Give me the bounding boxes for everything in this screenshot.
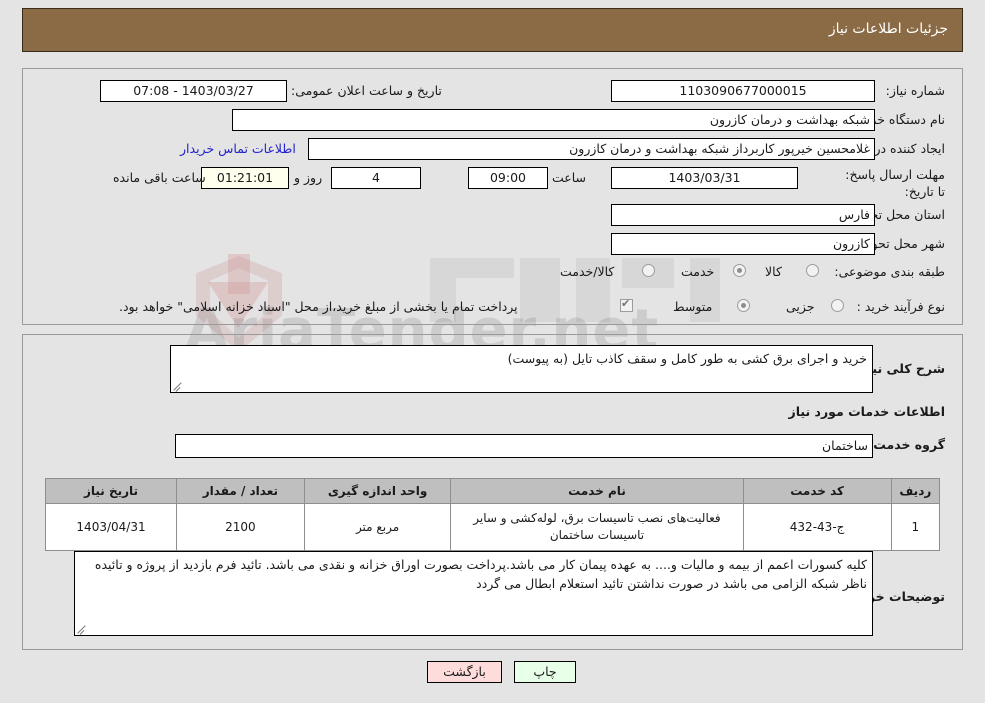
- process-label-motavaset: متوسط: [673, 299, 713, 314]
- treasury-bonds-label: پرداخت تمام یا بخشی از مبلغ خرید،از محل …: [119, 299, 518, 314]
- cell-service-name: فعالیت‌های نصب تاسیسات برق، لوله‌کشی و س…: [450, 503, 744, 551]
- general-description-textarea[interactable]: خرید و اجرای برق کشی به طور کامل و سقف ک…: [170, 345, 873, 393]
- category-radio-kala-khedmat[interactable]: [642, 264, 655, 277]
- col-header-qty: تعداد / مقدار: [176, 478, 305, 504]
- cell-row-no: 1: [890, 503, 941, 551]
- deadline-hour-field[interactable]: 09:00: [468, 167, 548, 189]
- need-number-field[interactable]: 1103090677000015: [611, 80, 875, 102]
- col-header-code: کد خدمت: [742, 478, 892, 504]
- need-number-label: شماره نیاز:: [885, 83, 945, 98]
- cell-service-code: ج-43-432: [742, 503, 892, 551]
- col-header-name: نام خدمت: [450, 478, 744, 504]
- cell-quantity: 2100: [176, 503, 305, 551]
- countdown-timer-field: 01:21:01: [201, 167, 289, 189]
- page-title: جزئیات اطلاعات نیاز: [828, 21, 948, 37]
- purchase-process-label: نوع فرآیند خرید :: [856, 299, 945, 314]
- days-remaining-field[interactable]: 4: [331, 167, 421, 189]
- service-group-field[interactable]: ساختمان: [175, 434, 873, 458]
- category-radio-kala[interactable]: [806, 264, 819, 277]
- services-section-title: اطلاعات خدمات مورد نیاز: [788, 404, 946, 419]
- back-button[interactable]: بازگشت: [427, 661, 502, 683]
- announce-datetime-field[interactable]: 1403/03/27 - 07:08: [100, 80, 287, 102]
- table-row: 1 ج-43-432 فعالیت‌های نصب تاسیسات برق، ل…: [44, 503, 941, 551]
- hours-remaining-label: ساعت باقی مانده: [113, 170, 206, 185]
- services-table: ردیف کد خدمت نام خدمت واحد اندازه گیری ت…: [44, 478, 941, 551]
- page-root: AriaTender.net جزئیات اطلاعات نیاز شماره…: [0, 0, 985, 703]
- col-header-date: تاریخ نیاز: [44, 478, 178, 504]
- response-deadline-label: مهلت ارسال پاسخ: تا تاریخ:: [840, 166, 945, 200]
- col-header-row-no: ردیف: [890, 478, 941, 504]
- deadline-hour-label: ساعت: [552, 170, 587, 185]
- cell-need-date: 1403/04/31: [44, 503, 178, 551]
- response-deadline-label-text: مهلت ارسال پاسخ: تا تاریخ:: [845, 167, 945, 199]
- cell-unit: مربع متر: [303, 503, 452, 551]
- category-label-kala-khedmat: کالا/خدمت: [560, 264, 615, 279]
- announce-datetime-label: تاریخ و ساعت اعلان عمومی:: [291, 83, 442, 98]
- buyer-notes-textarea[interactable]: کلیه کسورات اعمم از بیمه و مالیات و.... …: [74, 551, 873, 636]
- buyer-org-field[interactable]: شبکه بهداشت و درمان کازرون: [232, 109, 875, 131]
- process-label-jozii: جزیی: [786, 299, 815, 314]
- process-radio-motavaset[interactable]: [737, 299, 750, 312]
- city-field[interactable]: کازرون: [611, 233, 875, 255]
- category-label-khedmat: خدمت: [681, 264, 715, 279]
- buyer-contact-link[interactable]: اطلاعات تماس خریدار: [180, 141, 296, 156]
- category-label: طبقه بندی موضوعی:: [834, 264, 945, 279]
- province-field[interactable]: فارس: [611, 204, 875, 226]
- col-header-unit: واحد اندازه گیری: [303, 478, 452, 504]
- days-word-label: روز و: [294, 170, 323, 185]
- category-label-kala: کالا: [765, 264, 782, 279]
- print-button[interactable]: چاپ: [514, 661, 576, 683]
- page-header: جزئیات اطلاعات نیاز: [22, 8, 963, 52]
- treasury-bonds-checkbox[interactable]: [620, 297, 633, 312]
- process-radio-jozii[interactable]: [831, 299, 844, 312]
- category-radio-khedmat[interactable]: [733, 264, 746, 277]
- service-group-label: گروه خدمت:: [868, 437, 945, 452]
- request-creator-field[interactable]: غلامحسین خیرپور کاربرداز شبکه بهداشت و د…: [308, 138, 875, 160]
- summary-panel: [22, 68, 963, 325]
- table-header-row: ردیف کد خدمت نام خدمت واحد اندازه گیری ت…: [44, 478, 941, 504]
- deadline-date-field[interactable]: 1403/03/31: [611, 167, 798, 189]
